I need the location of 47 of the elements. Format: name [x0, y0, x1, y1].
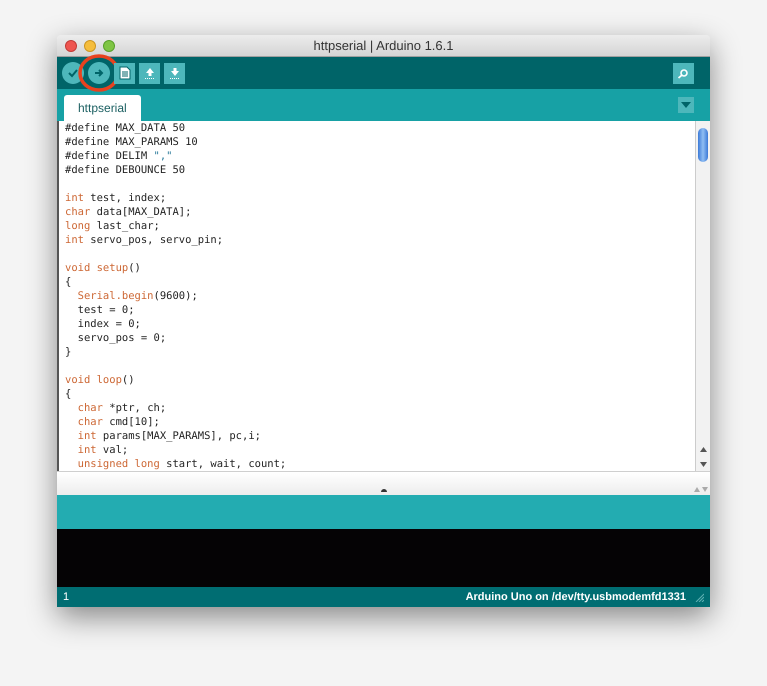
- check-icon: [67, 67, 79, 79]
- vertical-scrollbar[interactable]: [695, 121, 710, 471]
- code-line: #define MAX_DATA 50: [65, 121, 186, 135]
- code-line: int val;: [76, 443, 128, 457]
- code-line: #define DEBOUNCE 50: [65, 163, 186, 177]
- resize-grip-icon[interactable]: [694, 592, 704, 602]
- minimize-window-button[interactable]: [84, 40, 96, 52]
- board-port-label: Arduino Uno on /dev/tty.usbmodemfd1331: [466, 590, 686, 605]
- code-line: servo_pos = 0;: [76, 331, 166, 345]
- code-line: char data[MAX_DATA];: [65, 205, 192, 219]
- code-line: Serial.begin(9600);: [76, 289, 198, 303]
- code-line: int test, index;: [65, 191, 166, 205]
- code-line: #define DELIM ",": [65, 149, 172, 163]
- close-window-button[interactable]: [65, 40, 77, 52]
- code-line: int params[MAX_PARAMS], pc,i;: [76, 429, 261, 443]
- magnifier-icon: [677, 68, 690, 78]
- arrow-up-icon: [144, 66, 156, 80]
- file-tab[interactable]: httpserial: [64, 95, 141, 121]
- document-icon: [118, 66, 130, 80]
- upload-button[interactable]: [88, 62, 110, 84]
- code-line: unsigned long start, wait, count;: [76, 457, 286, 471]
- serial-monitor-button[interactable]: [673, 62, 694, 84]
- open-button[interactable]: [139, 62, 160, 84]
- code-line: index = 0;: [76, 317, 141, 331]
- code-line: void setup(): [65, 261, 141, 275]
- zoom-window-button[interactable]: [103, 40, 115, 52]
- arrow-down-icon: [168, 66, 180, 80]
- caret-icon: [681, 102, 691, 108]
- save-button[interactable]: [164, 62, 185, 84]
- code-line: {: [65, 275, 72, 289]
- code-line: void loop(): [65, 373, 135, 387]
- code-line: {: [65, 387, 72, 401]
- arrow-right-icon: [93, 67, 105, 79]
- code-line: char *ptr, ch;: [76, 401, 166, 415]
- resize-arrows-icon: [694, 487, 708, 492]
- code-line: #define MAX_PARAMS 10: [65, 135, 198, 149]
- drag-handle-icon[interactable]: [380, 488, 386, 492]
- code-line: test = 0;: [76, 303, 135, 317]
- scroll-thumb[interactable]: [698, 128, 708, 162]
- line-number: 1: [63, 590, 70, 605]
- window-title: httpserial | Arduino 1.6.1: [314, 36, 454, 55]
- tab-menu-button[interactable]: [678, 97, 694, 113]
- code-line: char cmd[10];: [76, 415, 160, 429]
- code-line: long last_char;: [65, 219, 160, 233]
- code-line: }: [65, 345, 72, 359]
- new-button[interactable]: [114, 62, 135, 84]
- code-line: int servo_pos, servo_pin;: [65, 233, 224, 247]
